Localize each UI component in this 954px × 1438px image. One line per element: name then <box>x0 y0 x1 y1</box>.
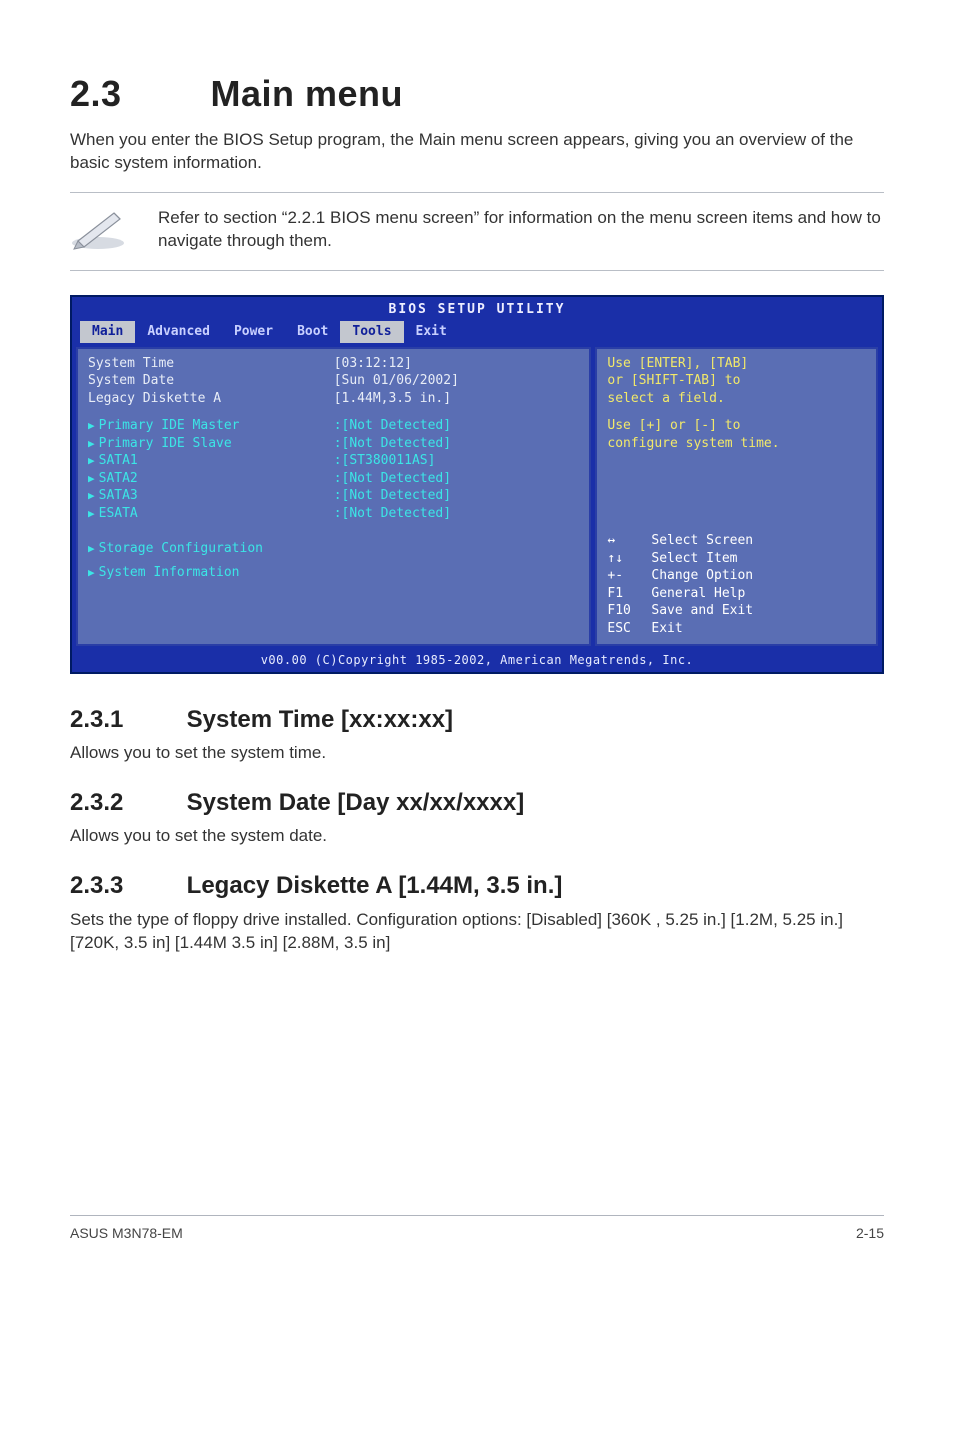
label: Primary IDE Slave <box>88 435 334 453</box>
dev-sata1[interactable]: SATA1 :[ST380011AS] <box>88 452 579 470</box>
value: :[Not Detected] <box>334 487 580 505</box>
hotkey-row: ↔Select Screen <box>607 532 866 550</box>
label: SATA1 <box>88 452 334 470</box>
label: Legacy Diskette A <box>88 390 334 408</box>
note-callout: Refer to section “2.2.1 BIOS menu screen… <box>70 192 884 271</box>
hotkey-key: F10 <box>607 602 651 620</box>
bios-footer: v00.00 (C)Copyright 1985-2002, American … <box>72 650 882 672</box>
subsection-heading: 2.3.2 System Date [Day xx/xx/xxxx] <box>70 787 884 819</box>
subsection-title: Legacy Diskette A [1.44M, 3.5 in.] <box>187 872 563 899</box>
tab-power[interactable]: Power <box>222 321 285 343</box>
subsection-body: Sets the type of floppy drive installed.… <box>70 909 884 955</box>
tab-main[interactable]: Main <box>80 321 135 343</box>
hotkey-key: ↑↓ <box>607 550 651 568</box>
subsection-number: 2.3.2 <box>70 787 180 819</box>
field-system-time[interactable]: System Time [03:12:12] <box>88 355 579 373</box>
dev-sata2[interactable]: SATA2 :[Not Detected] <box>88 470 579 488</box>
value: :[Not Detected] <box>334 435 580 453</box>
hotkey-text: Select Screen <box>651 532 753 550</box>
hotkey-text: Exit <box>651 620 682 638</box>
hotkey-key: ESC <box>607 620 651 638</box>
label: SATA2 <box>88 470 334 488</box>
value: :[Not Detected] <box>334 470 580 488</box>
tab-exit[interactable]: Exit <box>404 321 459 343</box>
help-line: or [SHIFT-TAB] to <box>607 372 866 390</box>
label: System Date <box>88 372 334 390</box>
subsection-title: System Date [Day xx/xx/xxxx] <box>187 789 525 816</box>
label: Storage Configuration <box>88 540 579 558</box>
help-line: Use [+] or [-] to <box>607 417 866 435</box>
tab-tools[interactable]: Tools <box>340 321 403 343</box>
help-line: select a field. <box>607 390 866 408</box>
help-line: Use [ENTER], [TAB] <box>607 355 866 373</box>
label: System Information <box>88 564 579 582</box>
footer-left: ASUS M3N78-EM <box>70 1224 183 1243</box>
subsection-number: 2.3.3 <box>70 870 180 902</box>
value: [1.44M,3.5 in.] <box>334 390 580 408</box>
help-line: configure system time. <box>607 435 866 453</box>
subsection-heading: 2.3.3 Legacy Diskette A [1.44M, 3.5 in.] <box>70 870 884 902</box>
note-text: Refer to section “2.2.1 BIOS menu screen… <box>158 203 884 253</box>
label: System Time <box>88 355 334 373</box>
value: :[Not Detected] <box>334 505 580 523</box>
subsection-heading: 2.3.1 System Time [xx:xx:xx] <box>70 704 884 736</box>
dev-primary-ide-master[interactable]: Primary IDE Master :[Not Detected] <box>88 417 579 435</box>
subsection-title: System Time [xx:xx:xx] <box>187 706 453 733</box>
hotkey-text: Change Option <box>651 567 753 585</box>
pen-note-icon <box>70 203 130 258</box>
label: ESATA <box>88 505 334 523</box>
field-system-date[interactable]: System Date [Sun 01/06/2002] <box>88 372 579 390</box>
dev-primary-ide-slave[interactable]: Primary IDE Slave :[Not Detected] <box>88 435 579 453</box>
hotkey-text: Save and Exit <box>651 602 753 620</box>
intro-paragraph: When you enter the BIOS Setup program, t… <box>70 129 884 175</box>
menu-storage-config[interactable]: Storage Configuration <box>88 540 579 558</box>
bios-tabs: Main Advanced Power Boot Tools Exit <box>72 319 882 343</box>
hotkey-row: F10Save and Exit <box>607 602 866 620</box>
hotkey-list: ↔Select Screen ↑↓Select Item +-Change Op… <box>607 532 866 637</box>
value: [03:12:12] <box>334 355 580 373</box>
bios-left-panel: System Time [03:12:12] System Date [Sun … <box>76 347 591 646</box>
hotkey-text: General Help <box>651 585 745 603</box>
bios-caption: BIOS SETUP UTILITY <box>72 297 882 319</box>
dev-esata[interactable]: ESATA :[Not Detected] <box>88 505 579 523</box>
label: Primary IDE Master <box>88 417 334 435</box>
footer-right: 2-15 <box>856 1224 884 1243</box>
hotkey-row: +-Change Option <box>607 567 866 585</box>
subsection-body: Allows you to set the system date. <box>70 825 884 848</box>
dev-sata3[interactable]: SATA3 :[Not Detected] <box>88 487 579 505</box>
tab-advanced[interactable]: Advanced <box>135 321 222 343</box>
menu-system-information[interactable]: System Information <box>88 564 579 582</box>
hotkey-key: +- <box>607 567 651 585</box>
section-number: 2.3 <box>70 70 200 119</box>
page-footer: ASUS M3N78-EM 2-15 <box>70 1215 884 1243</box>
bios-help-panel: Use [ENTER], [TAB] or [SHIFT-TAB] to sel… <box>595 347 878 646</box>
field-legacy-diskette[interactable]: Legacy Diskette A [1.44M,3.5 in.] <box>88 390 579 408</box>
tab-boot[interactable]: Boot <box>285 321 340 343</box>
subsection-body: Allows you to set the system time. <box>70 742 884 765</box>
hotkey-row: F1General Help <box>607 585 866 603</box>
subsection-number: 2.3.1 <box>70 704 180 736</box>
hotkey-key: ↔ <box>607 532 651 550</box>
value: :[ST380011AS] <box>334 452 580 470</box>
section-title-text: Main menu <box>211 73 404 114</box>
hotkey-text: Select Item <box>651 550 737 568</box>
section-title: 2.3 Main menu <box>70 70 884 119</box>
hotkey-key: F1 <box>607 585 651 603</box>
bios-screen: BIOS SETUP UTILITY Main Advanced Power B… <box>70 295 884 673</box>
hotkey-row: ESCExit <box>607 620 866 638</box>
value: [Sun 01/06/2002] <box>334 372 580 390</box>
value: :[Not Detected] <box>334 417 580 435</box>
hotkey-row: ↑↓Select Item <box>607 550 866 568</box>
label: SATA3 <box>88 487 334 505</box>
